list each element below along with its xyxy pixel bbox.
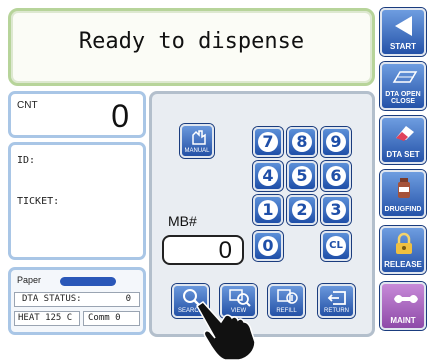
key-9[interactable]: 9: [321, 127, 351, 157]
paper-row: Paper: [14, 274, 140, 289]
key-7[interactable]: 7: [253, 127, 283, 157]
paper-label: Paper: [17, 275, 42, 285]
counter-label: CNT: [17, 100, 38, 111]
key-1-label: 1: [258, 200, 278, 220]
key-3[interactable]: 3: [321, 195, 351, 225]
display-message: Ready to dispense: [78, 29, 305, 54]
dta-status-row: DTA STATUS: 0: [14, 292, 140, 307]
mb-label: MB#: [168, 213, 197, 229]
clear-label: CL: [326, 236, 346, 256]
manual-label: MANUAL: [184, 148, 210, 154]
dta-open-close-button[interactable]: DTA OPEN CLOSE: [380, 62, 426, 110]
return-label: RETURN: [324, 308, 349, 314]
maint-button[interactable]: MAINT: [380, 282, 426, 330]
return-button[interactable]: RETURN: [318, 284, 355, 318]
eraser-icon: [396, 126, 414, 141]
key-8[interactable]: 8: [287, 127, 317, 157]
bottle-icon: [398, 178, 410, 198]
status-box: Paper DTA STATUS: 0 HEAT 125 C Comm 0: [8, 267, 146, 335]
key-9-label: 9: [326, 132, 346, 152]
paper-level-bar: [60, 277, 116, 286]
mb-number-field[interactable]: 0: [162, 235, 244, 265]
pointing-hand-icon: [196, 301, 256, 361]
start-label: START: [389, 42, 417, 51]
refill-label: REFILL: [276, 308, 297, 314]
comm-label: Comm 0: [88, 313, 121, 323]
comm-box: Comm 0: [83, 311, 140, 326]
key-6-label: 6: [326, 166, 346, 186]
lock-icon: [396, 232, 412, 254]
key-0-label: 0: [258, 236, 278, 256]
heat-label: HEAT 125 C: [18, 313, 73, 323]
key-3-label: 3: [326, 200, 346, 220]
key-1[interactable]: 1: [253, 195, 283, 225]
start-button[interactable]: START: [380, 8, 426, 56]
release-button[interactable]: RELEASE: [380, 226, 426, 274]
maint-label: MAINT: [390, 316, 416, 325]
counter-box: CNT 0: [8, 91, 146, 138]
heat-comm-row: HEAT 125 C Comm 0: [14, 311, 140, 326]
drawer-icon: [392, 71, 418, 83]
wrench-icon: [394, 294, 418, 304]
return-arrow-icon: [327, 291, 346, 305]
left-info-column: CNT 0 ID: TICKET: Paper DTA STATUS: 0 HE…: [8, 91, 146, 337]
mb-value: 0: [218, 237, 232, 264]
drugfind-label: DRUGFIND: [384, 206, 422, 213]
key-4[interactable]: 4: [253, 161, 283, 191]
release-label: RELEASE: [384, 260, 422, 269]
key-7-label: 7: [258, 132, 278, 152]
counter-value: 0: [111, 98, 129, 134]
key-0[interactable]: 0: [253, 231, 283, 261]
refill-button[interactable]: REFILL: [268, 284, 305, 318]
manual-hand-icon: [192, 130, 206, 145]
refill-icon: [277, 289, 298, 304]
ticket-label: TICKET:: [17, 196, 60, 207]
drugfind-button[interactable]: DRUGFIND: [380, 170, 426, 218]
key-2-label: 2: [292, 200, 312, 220]
message-display: Ready to dispense: [8, 8, 375, 86]
heat-box: HEAT 125 C: [14, 311, 80, 326]
dta-set-label: DTA SET: [386, 150, 420, 159]
id-label: ID:: [17, 155, 36, 166]
key-4-label: 4: [258, 166, 278, 186]
key-5-label: 5: [292, 166, 312, 186]
info-box: ID: TICKET:: [8, 142, 146, 260]
play-left-icon: [395, 16, 412, 36]
dta-status-value: 0: [125, 294, 131, 304]
key-8-label: 8: [292, 132, 312, 152]
clear-button[interactable]: CL: [321, 231, 351, 261]
key-6[interactable]: 6: [321, 161, 351, 191]
dta-status-label: DTA STATUS:: [22, 294, 82, 304]
key-5[interactable]: 5: [287, 161, 317, 191]
key-2[interactable]: 2: [287, 195, 317, 225]
manual-button[interactable]: MANUAL: [180, 124, 214, 158]
dta-set-button[interactable]: DTA SET: [380, 116, 426, 164]
dta-open-close-label: DTA OPEN CLOSE: [385, 91, 421, 105]
